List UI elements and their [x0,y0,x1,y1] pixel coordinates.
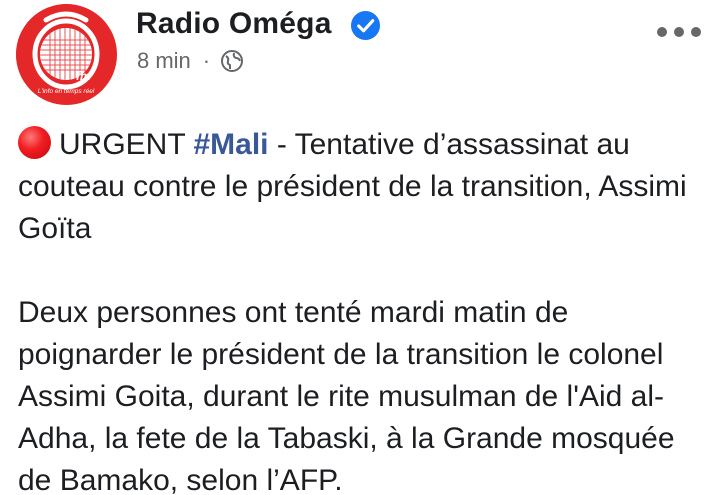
more-dot [674,27,684,37]
page-name[interactable]: Radio Oméga [136,7,332,41]
post-content: URGENT #Mali - Tentative d’assassinat au… [18,124,708,495]
post-headline: URGENT #Mali - Tentative d’assassinat au… [18,124,708,250]
post-time[interactable]: 8 min [137,48,191,74]
post-paragraph: Deux personnes ont tenté mardi matin de … [18,296,675,495]
facebook-post: fm L'info en temps réel Radio Oméga 8 mi… [0,0,720,495]
avatar-logo-text: fm [76,69,91,83]
post-meta: 8 min · [137,48,244,74]
urgent-label: URGENT [59,128,186,161]
page-avatar[interactable]: fm L'info en temps réel [16,4,117,105]
more-dot [657,27,667,37]
hashtag-link[interactable]: #Mali [193,128,268,161]
meta-separator: · [202,48,211,73]
more-options-icon[interactable] [657,24,701,40]
red-circle-icon [18,126,51,159]
avatar-tagline: L'info en temps réel [38,88,95,95]
globe-icon[interactable] [220,49,244,73]
more-dot [691,27,701,37]
verified-badge-icon [350,10,381,41]
